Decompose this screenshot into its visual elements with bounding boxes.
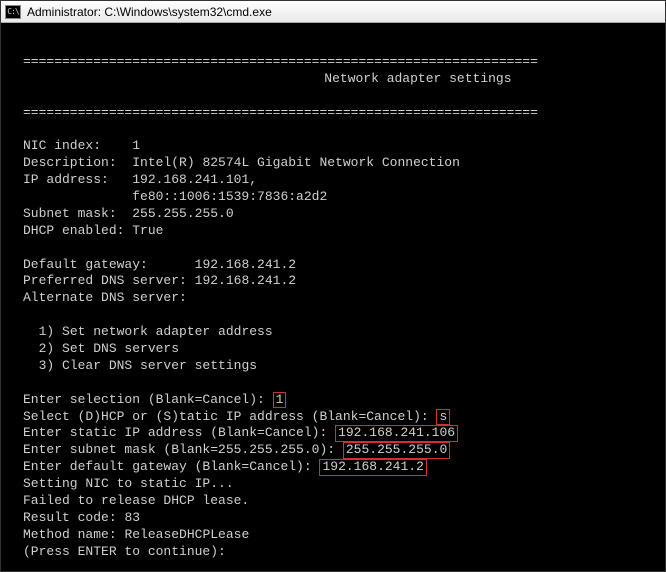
nic-subnet: Subnet mask: 255.255.255.0	[23, 206, 234, 221]
gateway-value: 192.168.241.2	[319, 459, 426, 475]
menu-item-3: 3) Clear DNS server settings	[23, 358, 257, 373]
cmd-window: C:\ Administrator: C:\Windows\system32\c…	[0, 0, 666, 572]
divider-bottom: ========================================…	[23, 105, 538, 120]
nic-alt-dns: Alternate DNS server:	[23, 290, 187, 305]
nic-gateway: Default gateway: 192.168.241.2	[23, 257, 296, 272]
prompt-dhcp-static: Select (D)HCP or (S)tatic IP address (Bl…	[23, 409, 450, 424]
menu-item-1: 1) Set network adapter address	[23, 324, 273, 339]
prompt-static-ip: Enter static IP address (Blank=Cancel): …	[23, 425, 458, 440]
prompt-selection: Enter selection (Blank=Cancel): 1	[23, 392, 286, 407]
nic-pref-dns: Preferred DNS server: 192.168.241.2	[23, 273, 296, 288]
window-title: Administrator: C:\Windows\system32\cmd.e…	[27, 5, 272, 19]
nic-ip2: fe80::1006:1539:7836:a2d2	[23, 189, 327, 204]
nic-ip: IP address: 192.168.241.101,	[23, 172, 257, 187]
menu-item-2: 2) Set DNS servers	[23, 341, 179, 356]
subnet-value: 255.255.255.0	[343, 442, 450, 458]
nic-description: Description: Intel(R) 82574L Gigabit Net…	[23, 155, 460, 170]
result-method: Method name: ReleaseDHCPLease	[23, 527, 249, 542]
divider-top: ========================================…	[23, 54, 538, 69]
terminal-output[interactable]: ========================================…	[1, 23, 665, 571]
result-continue: (Press ENTER to continue):	[23, 544, 226, 559]
dhcp-static-value: s	[436, 409, 450, 425]
static-ip-value: 192.168.241.106	[335, 425, 458, 441]
result-setting: Setting NIC to static IP...	[23, 476, 234, 491]
result-code: Result code: 83	[23, 510, 140, 525]
prompt-subnet: Enter subnet mask (Blank=255.255.255.0):…	[23, 442, 450, 457]
cmd-icon: C:\	[5, 5, 21, 19]
section-title: Network adapter settings	[23, 71, 649, 88]
nic-index: NIC index: 1	[23, 138, 140, 153]
titlebar[interactable]: C:\ Administrator: C:\Windows\system32\c…	[1, 1, 665, 23]
result-failed: Failed to release DHCP lease.	[23, 493, 249, 508]
nic-dhcp: DHCP enabled: True	[23, 223, 163, 238]
prompt-gateway: Enter default gateway (Blank=Cancel): 19…	[23, 459, 427, 474]
selection-value: 1	[273, 392, 287, 408]
